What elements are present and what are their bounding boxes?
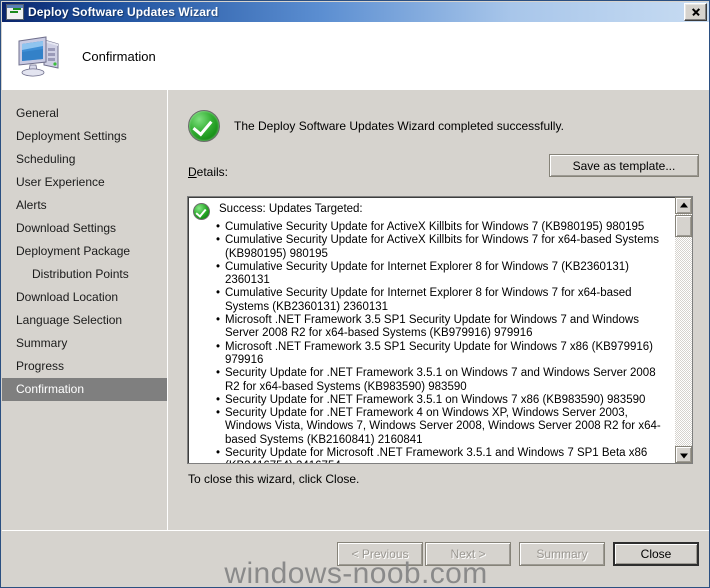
next-button[interactable]: Next > (425, 542, 511, 566)
close-window-icon[interactable] (684, 3, 707, 21)
scroll-down-icon[interactable] (675, 446, 692, 463)
sidebar-item-scheduling[interactable]: Scheduling (2, 148, 167, 171)
sidebar-item-general[interactable]: General (2, 102, 167, 125)
summary-button-label: Summary (536, 547, 588, 561)
details-list-box[interactable]: Success: Updates Targeted: Cumulative Se… (187, 196, 693, 464)
completion-status-text: The Deploy Software Updates Wizard compl… (234, 119, 564, 133)
scroll-up-icon[interactable] (675, 197, 692, 214)
details-content: Success: Updates Targeted: Cumulative Se… (188, 197, 677, 463)
wizard-header: Confirmation (2, 22, 709, 90)
sidebar-item-user-experience[interactable]: User Experience (2, 171, 167, 194)
next-button-label: Next > (450, 547, 486, 561)
list-item: Security Update for .NET Framework 3.5.1… (216, 367, 673, 394)
list-item: Security Update for .NET Framework 4 on … (216, 407, 673, 447)
wizard-window-icon (6, 4, 24, 20)
wizard-footer: < Previous Next > Summary Close (2, 530, 709, 587)
list-item: Cumulative Security Update for Internet … (216, 261, 673, 288)
save-as-template-button[interactable]: Save as template... (549, 154, 699, 177)
list-item: Security Update for Microsoft .NET Frame… (216, 447, 673, 463)
window-title: Deploy Software Updates Wizard (28, 5, 219, 19)
details-result-row: Success: Updates Targeted: (192, 202, 673, 220)
close-hint-text: To close this wizard, click Close. (188, 472, 360, 486)
sidebar-item-label: Distribution Points (32, 267, 129, 281)
success-check-icon (193, 203, 210, 220)
sidebar-item-label: Summary (16, 336, 68, 350)
sidebar-item-label: Download Settings (16, 221, 117, 235)
details-label: Details: (188, 165, 229, 179)
details-result-heading: Success: Updates Targeted: (219, 203, 363, 215)
close-button[interactable]: Close (613, 542, 699, 566)
sidebar-item-label: Progress (16, 359, 65, 373)
list-item: Microsoft .NET Framework 3.5 SP1 Securit… (216, 341, 673, 368)
sidebar-item-label: Deployment Package (16, 244, 131, 258)
sidebar-item-deployment-settings[interactable]: Deployment Settings (2, 125, 167, 148)
confirmation-pane: The Deploy Software Updates Wizard compl… (169, 90, 709, 530)
sidebar-item-alerts[interactable]: Alerts (2, 194, 167, 217)
page-title: Confirmation (82, 48, 156, 64)
computer-monitor-icon (16, 34, 64, 78)
previous-button-label: < Previous (351, 547, 409, 561)
list-item: Cumulative Security Update for ActiveX K… (216, 221, 673, 235)
targeted-updates-list: Cumulative Security Update for ActiveX K… (192, 221, 673, 463)
sidebar-item-label: Alerts (16, 198, 47, 212)
previous-button[interactable]: < Previous (337, 542, 423, 566)
sidebar-item-label: User Experience (16, 175, 105, 189)
title-bar: Deploy Software Updates Wizard (2, 2, 709, 22)
sidebar-item-label: Language Selection (16, 313, 123, 327)
success-check-icon (188, 110, 220, 142)
sidebar-item-download-location[interactable]: Download Location (2, 286, 167, 309)
wizard-body: General Deployment Settings Scheduling U… (2, 90, 709, 530)
sidebar-item-summary[interactable]: Summary (2, 332, 167, 355)
sidebar-item-confirmation[interactable]: Confirmation (2, 378, 167, 401)
scrollbar-thumb[interactable] (675, 215, 692, 237)
sidebar-item-deployment-package[interactable]: Deployment Package (2, 240, 167, 263)
save-as-template-label: Save as template... (572, 158, 676, 173)
list-item: Cumulative Security Update for ActiveX K… (216, 234, 673, 261)
deploy-software-updates-wizard-window: Deploy Software Updates Wizard Confirmat… (0, 0, 710, 588)
list-item: Microsoft .NET Framework 3.5 SP1 Securit… (216, 314, 673, 341)
sidebar-item-label: Confirmation (16, 382, 85, 396)
sidebar-item-label: Download Location (16, 290, 119, 304)
close-button-label: Close (640, 547, 672, 561)
details-vertical-scrollbar[interactable] (675, 197, 692, 463)
sidebar-item-language-selection[interactable]: Language Selection (2, 309, 167, 332)
sidebar-item-label: Scheduling (16, 152, 76, 166)
sidebar-item-label: General (16, 106, 59, 120)
footer-button-group: < Previous Next > Summary Close (337, 542, 699, 566)
completion-status-row: The Deploy Software Updates Wizard compl… (188, 110, 564, 142)
sidebar-item-distribution-points[interactable]: Distribution Points (2, 263, 167, 286)
list-item: Cumulative Security Update for Internet … (216, 287, 673, 314)
sidebar-item-progress[interactable]: Progress (2, 355, 167, 378)
list-item: Security Update for .NET Framework 3.5.1… (216, 394, 673, 408)
sidebar-item-download-settings[interactable]: Download Settings (2, 217, 167, 240)
summary-button[interactable]: Summary (519, 542, 605, 566)
sidebar-item-label: Deployment Settings (16, 129, 127, 143)
wizard-step-sidebar: General Deployment Settings Scheduling U… (2, 90, 168, 530)
